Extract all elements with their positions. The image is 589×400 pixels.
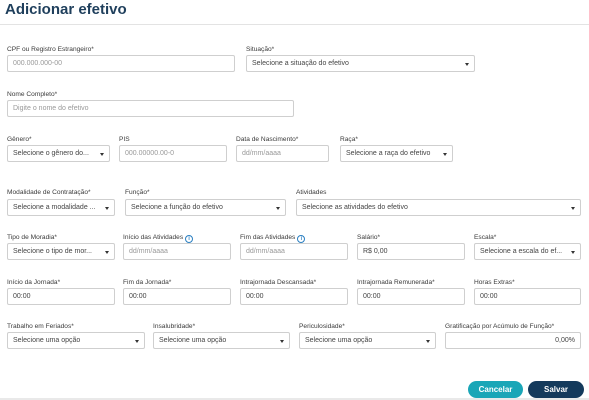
- caret-down-icon: [465, 63, 469, 66]
- caret-down-icon: [571, 251, 575, 254]
- caret-down-icon: [443, 153, 447, 156]
- salario-label: Salário*: [357, 234, 381, 241]
- header-bar: Adicionar efetivo: [0, 0, 589, 25]
- insalubridade-label: Insalubridade*: [153, 323, 196, 330]
- page-title: Adicionar efetivo: [5, 1, 127, 18]
- modalidade-select[interactable]: Selecione a modalidade ...: [7, 199, 115, 216]
- situacao-label: Situação*: [246, 46, 275, 53]
- info-icon[interactable]: i: [185, 235, 194, 243]
- nascimento-label: Data de Nascimento*: [236, 136, 299, 143]
- raca-select[interactable]: Selecione a raça do efetivo: [340, 145, 453, 162]
- nome-input[interactable]: Digite o nome do efetivo: [7, 100, 294, 117]
- fim-atividades-label: Fim das Atividades i: [240, 234, 306, 243]
- situacao-select[interactable]: Selecione a situação do efetivo: [246, 55, 475, 72]
- inicio-jornada-label: Início da Jornada*: [7, 279, 61, 286]
- nome-label: Nome Completo*: [7, 91, 58, 98]
- pis-input[interactable]: 000.00000.00-0: [119, 145, 227, 162]
- caret-down-icon: [571, 207, 575, 210]
- fim-jornada-input[interactable]: 00:00: [123, 288, 231, 305]
- escala-label: Escala*: [474, 234, 497, 241]
- caret-down-icon: [105, 207, 109, 210]
- inicio-atividades-text: Início das Atividades: [123, 234, 184, 241]
- genero-select[interactable]: Selecione o gênero do...: [7, 145, 110, 162]
- cpf-label: CPF ou Registro Estrangeiro*: [7, 46, 94, 53]
- info-icon[interactable]: i: [297, 235, 306, 243]
- caret-down-icon: [276, 207, 280, 210]
- periculosidade-select[interactable]: Selecione uma opção: [299, 332, 436, 349]
- genero-label: Gênero*: [7, 136, 32, 143]
- fim-jornada-label: Fim da Jornada*: [123, 279, 172, 286]
- inicio-atividades-label: Início das Atividades i: [123, 234, 194, 243]
- feriados-label: Trabalho em Feriados*: [7, 323, 74, 330]
- funcao-value: Selecione a função do efetivo: [131, 204, 223, 211]
- atividades-select[interactable]: Selecione as atividades do efetivo: [296, 199, 581, 216]
- atividades-label: Atividades: [296, 189, 327, 196]
- periculosidade-value: Selecione uma opção: [305, 337, 373, 344]
- periculosidade-label: Periculosidade*: [299, 323, 345, 330]
- caret-down-icon: [426, 340, 430, 343]
- moradia-select[interactable]: Selecione o tipo de mor...: [7, 243, 115, 260]
- escala-value: Selecione a escala do ef...: [480, 248, 563, 255]
- feriados-value: Selecione uma opção: [13, 337, 81, 344]
- fim-atividades-text: Fim das Atividades: [240, 234, 296, 241]
- insalubridade-value: Selecione uma opção: [159, 337, 227, 344]
- nascimento-input[interactable]: dd/mm/aaaa: [236, 145, 329, 162]
- funcao-select[interactable]: Selecione a função do efetivo: [125, 199, 286, 216]
- escala-select[interactable]: Selecione a escala do ef...: [474, 243, 581, 260]
- moradia-label: Tipo de Moradia*: [7, 234, 57, 241]
- inicio-jornada-input[interactable]: 00:00: [7, 288, 115, 305]
- raca-value: Selecione a raça do efetivo: [346, 150, 431, 157]
- situacao-value: Selecione a situação do efetivo: [252, 60, 349, 67]
- moradia-value: Selecione o tipo de mor...: [13, 248, 92, 255]
- salario-input[interactable]: R$ 0,00: [357, 243, 465, 260]
- horas-extras-input[interactable]: 00:00: [474, 288, 581, 305]
- funcao-label: Função*: [125, 189, 150, 196]
- horas-extras-label: Horas Extras*: [474, 279, 515, 286]
- save-button[interactable]: Salvar: [528, 381, 584, 398]
- intra-descansada-label: Intrajornada Descansada*: [240, 279, 317, 286]
- caret-down-icon: [280, 340, 284, 343]
- inicio-atividades-input[interactable]: dd/mm/aaaa: [123, 243, 231, 260]
- caret-down-icon: [135, 340, 139, 343]
- cancel-button[interactable]: Cancelar: [468, 381, 523, 398]
- intra-remunerada-label: Intrajornada Remunerada*: [357, 279, 435, 286]
- feriados-select[interactable]: Selecione uma opção: [7, 332, 145, 349]
- cpf-input[interactable]: 000.000.000-00: [7, 55, 235, 72]
- modalidade-label: Modalidade de Contratação*: [7, 189, 91, 196]
- raca-label: Raça*: [340, 136, 358, 143]
- caret-down-icon: [105, 251, 109, 254]
- insalubridade-select[interactable]: Selecione uma opção: [153, 332, 290, 349]
- atividades-value: Selecione as atividades do efetivo: [302, 204, 408, 211]
- gratificacao-input[interactable]: 0,00%: [445, 332, 581, 349]
- fim-atividades-input[interactable]: dd/mm/aaaa: [240, 243, 348, 260]
- gratificacao-label: Gratificação por Acúmulo de Função*: [445, 323, 555, 330]
- genero-value: Selecione o gênero do...: [13, 150, 89, 157]
- intra-remunerada-input[interactable]: 00:00: [357, 288, 465, 305]
- intra-descansada-input[interactable]: 00:00: [240, 288, 348, 305]
- modalidade-value: Selecione a modalidade ...: [13, 204, 96, 211]
- caret-down-icon: [100, 153, 104, 156]
- pis-label: PIS: [119, 136, 130, 143]
